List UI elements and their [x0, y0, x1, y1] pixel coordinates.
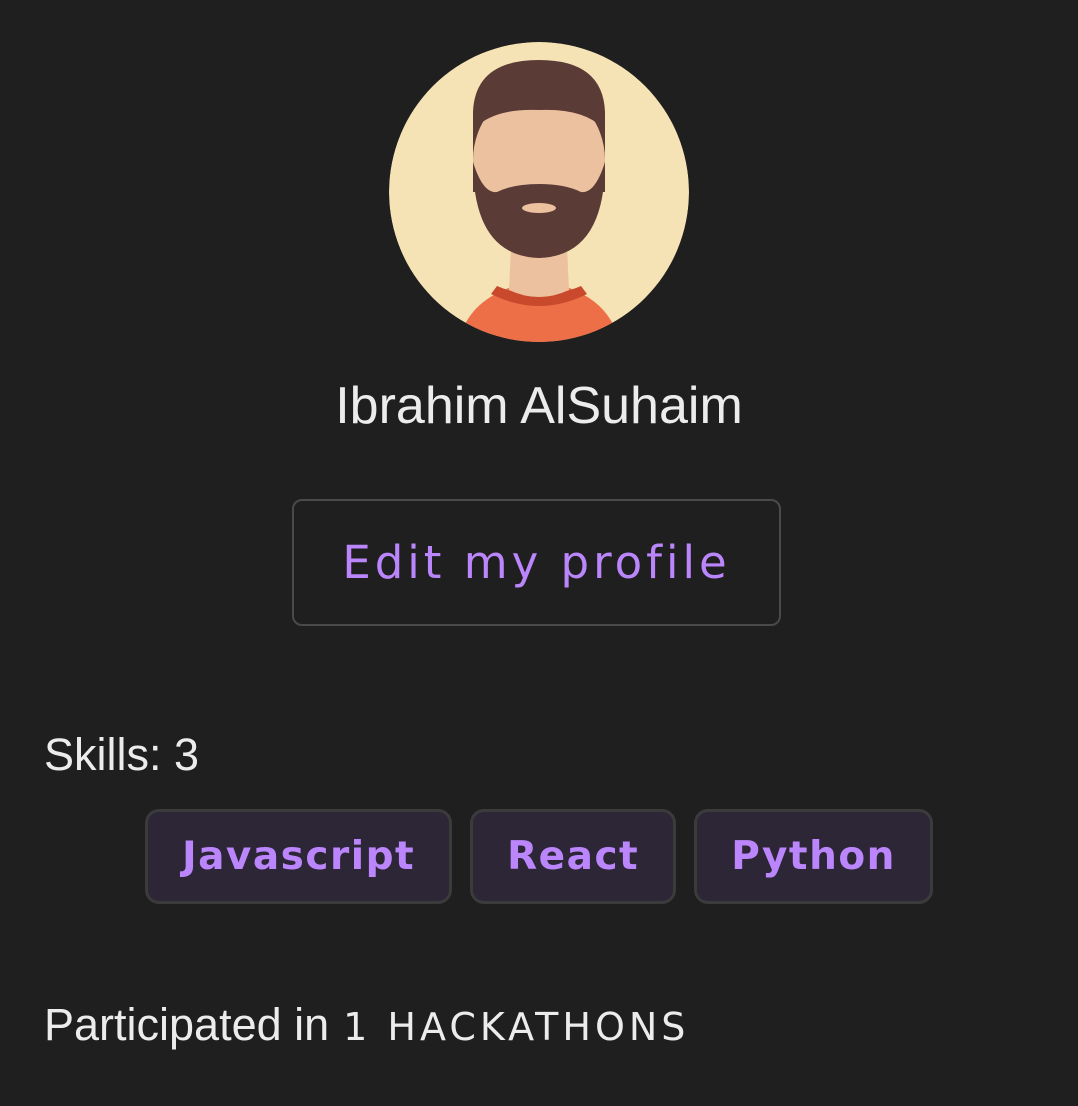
hackathon-participation: Participated in 1 HACKATHONS — [44, 995, 689, 1057]
skill-chip-react[interactable]: React — [470, 809, 677, 904]
skill-chip-label: React — [507, 834, 640, 879]
skill-chip-label: Python — [731, 834, 896, 879]
edit-profile-button-label: Edit my profile — [342, 536, 731, 589]
skill-chip-label: Javascript — [182, 834, 416, 879]
skills-count-heading: Skills: 3 — [44, 729, 200, 780]
profile-page: Ibrahim AlSuhaim Edit my profile Skills:… — [0, 0, 1078, 1106]
avatar — [389, 42, 689, 342]
participation-prefix: Participated in — [44, 999, 330, 1050]
edit-profile-button[interactable]: Edit my profile — [292, 499, 781, 626]
user-name: Ibrahim AlSuhaim — [335, 377, 743, 435]
hackathon-count: 1 HACKATHONS — [343, 1005, 690, 1049]
skills-chip-list: Javascript React Python — [0, 809, 1078, 904]
bearded-man-avatar-icon — [389, 42, 689, 342]
skill-chip-python[interactable]: Python — [694, 809, 933, 904]
skill-chip-javascript[interactable]: Javascript — [145, 809, 453, 904]
